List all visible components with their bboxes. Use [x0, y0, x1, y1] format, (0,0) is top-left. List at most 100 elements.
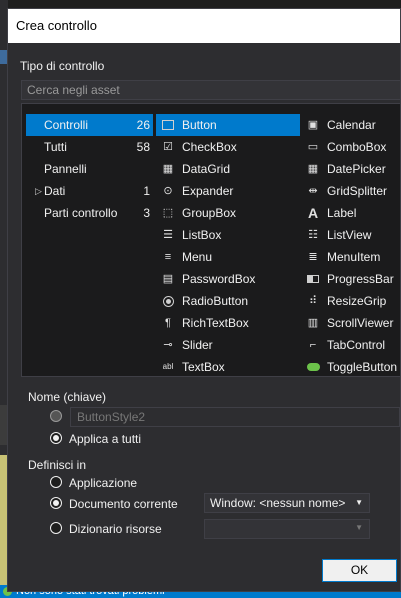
control-label: TabControl — [327, 338, 386, 352]
application-label: Applicazione — [69, 476, 138, 490]
listbox-icon: ☰ — [163, 229, 173, 241]
control-item-datepicker[interactable]: ▦ DatePicker — [301, 158, 400, 180]
resizegrip-icon: ⠾ — [308, 295, 318, 307]
control-item-checkbox[interactable]: ☑ CheckBox — [156, 136, 300, 158]
richtextbox-icon: ¶ — [165, 317, 171, 329]
category-count: 1 — [143, 184, 150, 198]
control-item-richtextbox[interactable]: ¶ RichTextBox — [156, 312, 300, 334]
datagrid-icon: ▦ — [162, 163, 174, 175]
control-item-datagrid[interactable]: ▦ DataGrid — [156, 158, 300, 180]
scrollviewer-icon: ▥ — [307, 317, 319, 329]
expander-icon: ⊙ — [163, 185, 173, 197]
textbox-icon: abl — [162, 362, 174, 371]
control-item-slider[interactable]: ⊸ Slider — [156, 334, 300, 356]
control-list: Button ☑ CheckBox ▦ DataGrid ⊙ Expander … — [156, 104, 400, 376]
control-label: Expander — [182, 184, 234, 198]
apply-all-label: Applica a tutti — [69, 432, 142, 446]
document-select-value: Window: <nessun nome> — [210, 496, 346, 510]
category-item-parti-controllo[interactable]: Parti controllo 3 — [26, 202, 153, 224]
control-type-label: Tipo di controllo — [20, 59, 105, 73]
name-key-input[interactable]: ButtonStyle2 — [70, 407, 400, 427]
control-item-gridsplitter[interactable]: ⇹ GridSplitter — [301, 180, 400, 202]
control-label: Slider — [182, 338, 213, 352]
control-label: ProgressBar — [327, 272, 394, 286]
control-item-menu[interactable]: ≡ Menu — [156, 246, 300, 268]
apply-all-radio[interactable] — [50, 432, 62, 444]
button-icon — [161, 118, 175, 132]
control-label: RadioButton — [182, 294, 249, 308]
category-label: Controlli — [44, 118, 89, 132]
listview-icon: ☷ — [308, 229, 318, 241]
create-control-dialog: Crea controllo Tipo di controllo Cerca n… — [7, 8, 401, 592]
control-item-listbox[interactable]: ☰ ListBox — [156, 224, 300, 246]
combobox-icon: ▭ — [307, 141, 319, 153]
define-in-label: Definisci in — [28, 458, 87, 472]
category-label: Parti controllo — [44, 206, 118, 220]
passwordbox-icon: ▤ — [162, 273, 174, 285]
resource-dictionary-select[interactable]: ▼ — [204, 519, 370, 539]
togglebutton-icon — [306, 360, 320, 374]
control-item-scrollviewer[interactable]: ▥ ScrollViewer — [301, 312, 400, 334]
control-label: ComboBox — [327, 140, 387, 154]
expand-arrow-icon[interactable]: ▷ — [35, 180, 42, 202]
progressbar-icon — [306, 272, 320, 286]
control-item-menuitem[interactable]: ≣ MenuItem — [301, 246, 400, 268]
control-label: GridSplitter — [327, 184, 388, 198]
control-item-progressbar[interactable]: ProgressBar — [301, 268, 400, 290]
menuitem-icon: ≣ — [308, 251, 318, 263]
control-item-listview[interactable]: ☷ ListView — [301, 224, 400, 246]
control-item-combobox[interactable]: ▭ ComboBox — [301, 136, 400, 158]
control-item-label[interactable]: A Label — [301, 202, 400, 224]
control-label: Calendar — [327, 118, 376, 132]
calendar-icon: ▣ — [307, 119, 319, 131]
control-item-resizegrip[interactable]: ⠾ ResizeGrip — [301, 290, 400, 312]
groupbox-icon: ⬚ — [162, 207, 174, 219]
datepicker-icon: ▦ — [307, 163, 319, 175]
category-item-dati[interactable]: ▷ Dati 1 — [26, 180, 153, 202]
category-item-tutti[interactable]: Tutti 58 — [26, 136, 153, 158]
control-label: CheckBox — [182, 140, 237, 154]
category-label: Dati — [44, 184, 66, 198]
control-label: MenuItem — [327, 250, 381, 264]
category-label: Tutti — [44, 140, 67, 154]
checkbox-icon: ☑ — [163, 141, 173, 153]
control-label: ListBox — [182, 228, 222, 242]
control-label: TextBox — [182, 360, 225, 374]
control-item-groupbox[interactable]: ⬚ GroupBox — [156, 202, 300, 224]
category-label: Pannelli — [44, 162, 87, 176]
name-key-radio[interactable] — [50, 410, 62, 422]
control-item-tabcontrol[interactable]: ⌐ TabControl — [301, 334, 400, 356]
tabcontrol-icon: ⌐ — [309, 339, 317, 351]
control-item-expander[interactable]: ⊙ Expander — [156, 180, 300, 202]
control-label: DataGrid — [182, 162, 231, 176]
slider-icon: ⊸ — [163, 339, 173, 351]
control-label: Menu — [182, 250, 213, 264]
control-item-radiobutton[interactable]: RadioButton — [156, 290, 300, 312]
control-label: ToggleButton — [327, 360, 398, 374]
current-document-radio[interactable] — [50, 497, 62, 509]
control-item-textbox[interactable]: abl TextBox — [156, 356, 300, 376]
document-select[interactable]: Window: <nessun nome> ▼ — [204, 493, 370, 513]
control-picker-panel: Controlli 26 Tutti 58 Pannelli ▷ Dati 1 … — [21, 103, 401, 377]
control-label: Label — [327, 206, 357, 220]
resource-dictionary-radio[interactable] — [50, 522, 62, 534]
menu-icon: ≡ — [164, 251, 172, 263]
control-label: GroupBox — [182, 206, 237, 220]
dialog-title: Crea controllo — [8, 9, 400, 43]
ok-button[interactable]: OK — [322, 559, 397, 582]
category-list: Controlli 26 Tutti 58 Pannelli ▷ Dati 1 … — [22, 104, 157, 376]
control-item-passwordbox[interactable]: ▤ PasswordBox — [156, 268, 300, 290]
control-label: ResizeGrip — [327, 294, 387, 308]
control-label: Button — [182, 118, 217, 132]
radiobutton-icon — [161, 294, 175, 308]
control-item-button[interactable]: Button — [156, 114, 300, 136]
label-icon: A — [307, 205, 319, 221]
name-key-label: Nome (chiave) — [28, 390, 107, 404]
category-item-controlli[interactable]: Controlli 26 — [26, 114, 153, 136]
category-item-pannelli[interactable]: Pannelli — [26, 158, 153, 180]
control-item-calendar[interactable]: ▣ Calendar — [301, 114, 400, 136]
control-label: PasswordBox — [182, 272, 256, 286]
control-item-togglebutton[interactable]: ToggleButton — [301, 356, 400, 376]
application-radio[interactable] — [50, 476, 62, 488]
search-input[interactable]: Cerca negli asset — [21, 80, 401, 100]
